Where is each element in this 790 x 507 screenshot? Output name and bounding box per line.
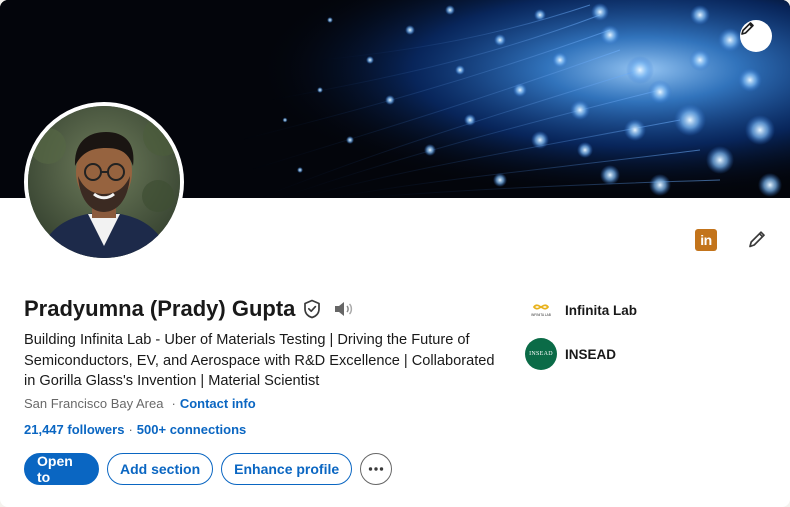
- open-to-button[interactable]: Open to: [24, 453, 99, 485]
- pencil-icon: [741, 22, 754, 35]
- followers-link[interactable]: 21,447 followers: [24, 422, 124, 437]
- profile-headline: Building Infinita Lab - Uber of Material…: [24, 332, 495, 389]
- profile-photo[interactable]: [24, 102, 184, 262]
- edit-banner-button[interactable]: [740, 20, 772, 52]
- speaker-icon: [335, 302, 353, 316]
- svg-text:INFINITA LAB: INFINITA LAB: [531, 313, 551, 317]
- name-row: Pradyumna (Prady) Gupta: [24, 296, 355, 322]
- infinita-lab-logo: INFINITA LAB: [525, 294, 557, 326]
- profile-name: Pradyumna (Prady) Gupta: [24, 296, 296, 321]
- school-name: INSEAD: [565, 346, 617, 362]
- company-name: Infinita Lab: [565, 302, 637, 318]
- location-row: San Francisco Bay Area · Contact info: [24, 396, 256, 411]
- avatar-image: [28, 106, 180, 258]
- enhance-profile-button[interactable]: Enhance profile: [221, 453, 353, 485]
- shield-check-icon: [304, 299, 321, 319]
- linkedin-premium-badge[interactable]: in: [695, 229, 717, 251]
- name-pronunciation-button[interactable]: [333, 299, 355, 319]
- contact-info-link[interactable]: Contact info: [180, 396, 256, 411]
- add-section-button[interactable]: Add section: [107, 453, 214, 485]
- profile-actions: Open to Add section Enhance profile: [24, 453, 393, 485]
- infinity-icon: INFINITA LAB: [528, 304, 554, 317]
- edit-intro-button[interactable]: [744, 226, 770, 252]
- separator-dot: ·: [171, 396, 176, 411]
- pencil-icon: [749, 231, 765, 248]
- network-stats: 21,447 followers · 500+ connections: [24, 422, 246, 437]
- ellipsis-icon: [368, 467, 384, 471]
- connections-link[interactable]: 500+ connections: [137, 422, 246, 437]
- insead-logo: INSEAD: [525, 338, 557, 370]
- current-company[interactable]: INFINITA LAB Infinita Lab: [525, 294, 637, 326]
- education-school[interactable]: INSEAD INSEAD: [525, 338, 616, 370]
- separator-dot: ·: [128, 422, 133, 437]
- profile-top-card: in Pradyumna (Prady) Gupta Building Infi…: [0, 0, 790, 507]
- more-actions-button[interactable]: [360, 453, 393, 485]
- verified-badge[interactable]: [303, 298, 323, 320]
- profile-location: San Francisco Bay Area: [24, 396, 164, 411]
